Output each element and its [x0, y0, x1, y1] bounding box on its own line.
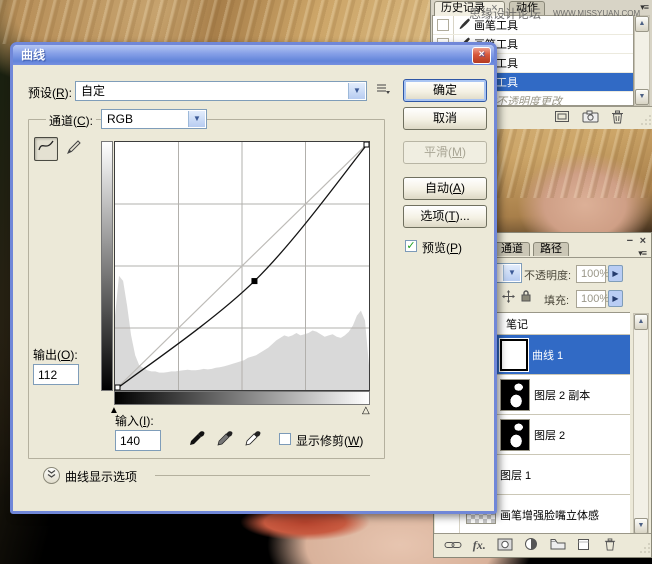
delete-trash-icon[interactable] — [611, 110, 624, 127]
add-layer-mask-icon[interactable] — [492, 538, 518, 554]
layer-name: 画笔增强脸嘴立体感 — [500, 507, 599, 523]
lock-all-icon[interactable] — [520, 289, 534, 303]
preview-label: 预览(P) — [422, 239, 462, 256]
dialog-titlebar[interactable]: 曲线 × — [13, 45, 494, 65]
panel-close-icon[interactable]: × — [640, 236, 646, 246]
panel-menu-icon[interactable]: ▾≡ — [640, 2, 648, 13]
curve-point — [252, 279, 257, 284]
scroll-up-icon[interactable]: ▲ — [635, 16, 649, 32]
watermark-url: WWW.MISSYUAN.COM — [553, 9, 640, 18]
hair-texture — [497, 128, 652, 198]
preset-select[interactable]: 自定 ▼ — [75, 81, 367, 101]
opacity-value[interactable]: 100% — [576, 265, 606, 283]
opacity-slider-arrow-icon[interactable]: ▶ — [608, 265, 623, 282]
show-clipping-checkbox[interactable] — [279, 433, 291, 445]
close-icon[interactable]: × — [472, 47, 491, 64]
chevron-down-icon: ▼ — [188, 111, 205, 127]
curve-display-options-label: 曲线显示选项 — [65, 468, 137, 485]
expand-double-chevron-icon[interactable] — [43, 467, 60, 484]
watermark-text: 思缘设计论坛 — [469, 5, 541, 22]
new-group-folder-icon[interactable] — [545, 538, 571, 553]
fill-value[interactable]: 100% — [576, 290, 606, 308]
gray-point-eyedropper-icon[interactable] — [213, 429, 237, 449]
white-point-eyedropper-icon[interactable] — [241, 429, 265, 449]
divider — [155, 475, 370, 476]
pencil-tool-button[interactable] — [62, 137, 86, 161]
chevron-down-icon: ▼ — [503, 265, 520, 281]
preview-checkbox[interactable]: ✓ — [405, 240, 417, 252]
fill-slider-arrow-icon[interactable]: ▶ — [608, 290, 623, 307]
scroll-down-icon[interactable]: ▼ — [634, 518, 648, 534]
cancel-button[interactable]: 取消 — [403, 107, 487, 130]
options-button[interactable]: 选项(T)... — [403, 205, 487, 228]
layer-style-fx-icon[interactable]: fx. — [466, 538, 492, 553]
opacity-label: 不透明度: — [524, 267, 571, 283]
output-label: 输出(O): — [33, 346, 78, 363]
highlight-input-slider[interactable]: △ — [362, 406, 370, 416]
preset-options-icon[interactable] — [375, 82, 391, 99]
layer-name: 曲线 1 — [532, 347, 563, 363]
curve-point — [115, 385, 120, 390]
layer-thumbnail-mask-face[interactable] — [500, 419, 530, 451]
lock-position-move-icon[interactable] — [502, 290, 516, 304]
scroll-up-icon[interactable]: ▲ — [634, 314, 648, 330]
curve-point-tool-button[interactable] — [34, 137, 58, 161]
panel-resize-grip[interactable] — [639, 115, 651, 127]
output-input[interactable] — [33, 364, 79, 385]
input-label: 输入(I): — [115, 412, 154, 429]
show-clipping-label: 显示修剪(W) — [296, 432, 363, 449]
new-document-from-state-icon[interactable] — [554, 110, 570, 126]
hair-texture — [0, 0, 440, 44]
dialog-title: 曲线 — [21, 48, 45, 62]
chevron-down-icon: ▼ — [348, 83, 365, 99]
channel-label: 通道(C): — [46, 112, 96, 129]
layers-scrollbar[interactable]: ▲ ▼ — [633, 313, 649, 535]
layer-name: 笔记 — [506, 316, 528, 332]
panel-resize-grip[interactable] — [638, 543, 650, 555]
layer-name: 图层 1 — [500, 467, 531, 483]
history-scrollbar[interactable]: ▲ ▼ — [634, 15, 650, 106]
input-input[interactable] — [115, 430, 161, 451]
history-source-cell[interactable] — [433, 16, 454, 34]
ok-button[interactable]: 确定 — [403, 79, 487, 102]
layer-name: 图层 2 — [534, 427, 565, 443]
fill-label: 填充: — [544, 292, 569, 308]
black-point-eyedropper-icon[interactable] — [185, 429, 209, 449]
tab-paths[interactable]: 路径 — [533, 242, 569, 256]
layer-name: 图层 2 副本 — [534, 387, 590, 403]
layer-thumbnail-mask-white[interactable] — [500, 339, 528, 371]
delete-layer-trash-icon[interactable] — [597, 538, 623, 554]
tab-channels[interactable]: 通道 — [494, 242, 530, 256]
preset-label: 预设(R): — [28, 84, 72, 101]
new-snapshot-camera-icon[interactable] — [582, 110, 599, 126]
panel-minimize-icon[interactable]: − — [627, 236, 633, 246]
new-layer-icon[interactable] — [571, 538, 597, 554]
scroll-down-icon[interactable]: ▼ — [635, 89, 649, 105]
input-gradient-bar — [114, 391, 370, 405]
layers-panel-bottom-bar: fx. — [434, 533, 651, 557]
curve-grid[interactable] — [114, 141, 370, 391]
output-gradient-bar — [101, 141, 113, 391]
curve-point — [364, 142, 369, 147]
smooth-button[interactable]: 平滑(M) — [403, 141, 487, 164]
link-layers-icon[interactable] — [440, 539, 466, 553]
channel-select[interactable]: RGB ▼ — [101, 109, 207, 129]
new-adjustment-layer-icon[interactable] — [518, 537, 544, 554]
auto-button[interactable]: 自动(A) — [403, 177, 487, 200]
layer-thumbnail-mask-face[interactable] — [500, 379, 530, 411]
curves-dialog: 曲线 × 预设(R): 自定 ▼ 确定 取消 通道(C): RGB ▼ — [10, 42, 497, 514]
